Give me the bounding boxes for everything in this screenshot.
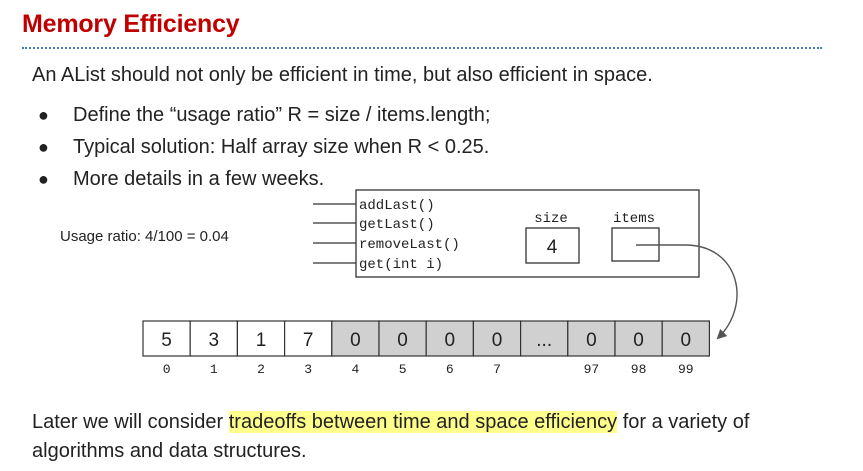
- method-label: addLast(): [359, 198, 435, 214]
- method-label: get(int i): [359, 257, 443, 273]
- array-cell-value: 0: [633, 330, 644, 351]
- array-cell-value: 0: [445, 330, 456, 351]
- array-index-label: 0: [163, 362, 171, 377]
- array-index-label: 1: [210, 362, 218, 377]
- array-index-label: 2: [257, 362, 265, 377]
- size-field-value: 4: [547, 237, 558, 258]
- array-cell-value: 0: [397, 330, 408, 351]
- array-cell-value: 3: [209, 330, 220, 351]
- array-index-label: 99: [678, 362, 694, 377]
- array-index-label: 5: [399, 362, 407, 377]
- array-cell-value: 0: [492, 330, 503, 351]
- method-label: getLast(): [359, 217, 435, 233]
- array-cell-value: ...: [536, 330, 552, 351]
- alist-diagram: addLast() getLast() removeLast() get(int…: [142, 189, 738, 377]
- items-array: 5 3 1 7 0 0 0 0... 0 0 0: [142, 320, 711, 357]
- array-cell-value: 5: [161, 330, 172, 351]
- array-index-label: 7: [493, 362, 501, 377]
- items-field-label: items: [613, 211, 655, 227]
- array-index-label: 98: [631, 362, 647, 377]
- array-cell-value: 0: [681, 330, 692, 351]
- array-cell-value: 0: [586, 330, 597, 351]
- outro-text: Later we will consider tradeoffs between…: [32, 408, 832, 466]
- array-index-label: 3: [304, 362, 312, 377]
- method-label: removeLast(): [359, 237, 460, 253]
- array-indices: 0 1 2 3 4 5 6 7 97 98 99: [163, 362, 694, 377]
- array-index-label: 6: [446, 362, 454, 377]
- array-index-label: 4: [351, 362, 359, 377]
- outro-text-start: Later we will consider: [32, 411, 229, 433]
- array-index-label: 97: [584, 362, 600, 377]
- array-cell-value: 0: [350, 330, 361, 351]
- array-cell-value: 7: [303, 330, 314, 351]
- array-cell-value: 1: [256, 330, 267, 351]
- size-field-label: size: [534, 211, 568, 227]
- highlighted-phrase: tradeoffs between time and space efficie…: [228, 411, 618, 433]
